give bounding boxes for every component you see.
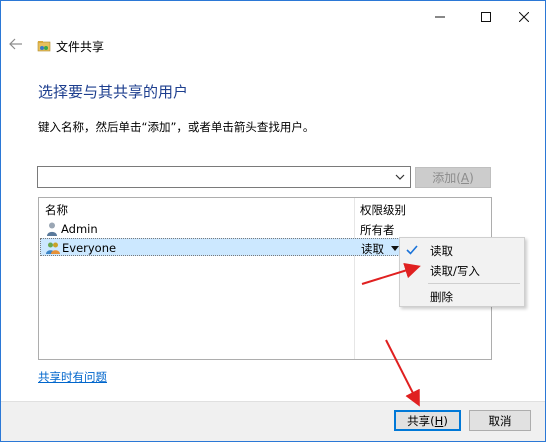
sharing-trouble-link[interactable]: 共享时有问题: [38, 369, 107, 385]
header-name[interactable]: 名称: [45, 202, 68, 218]
user-name: Everyone: [62, 241, 117, 255]
share-button[interactable]: 共享(H): [394, 410, 461, 431]
dialog-footer: 共享(H) 取消: [1, 401, 545, 441]
add-button[interactable]: 添加(A): [415, 167, 491, 188]
header-permission[interactable]: 权限级别: [360, 202, 406, 218]
checkmark-icon: [406, 245, 418, 255]
menu-item-label: 读取/写入: [430, 264, 480, 278]
chevron-down-icon: [395, 174, 405, 180]
table-row[interactable]: Admin 所有者: [40, 220, 490, 238]
menu-item-read[interactable]: 读取: [400, 240, 524, 261]
menu-item-label: 读取: [430, 244, 453, 258]
close-icon: [519, 12, 529, 22]
dropdown-button[interactable]: [392, 169, 408, 185]
back-button[interactable]: [9, 37, 25, 53]
menu-separator: [428, 283, 520, 284]
menu-item-remove[interactable]: 删除: [400, 286, 524, 307]
group-icon: [46, 242, 60, 254]
user-name-combobox[interactable]: [37, 166, 411, 188]
share-button-label-prefix: 共享(: [407, 413, 435, 428]
add-button-label-suffix: ): [469, 170, 474, 185]
share-button-accel: H: [434, 413, 444, 428]
page-heading: 选择要与其共享的用户: [38, 83, 189, 101]
instruction-text: 键入名称，然后单击“添加”，或者单击箭头查找用户。: [38, 120, 315, 134]
user-icon: [47, 222, 57, 236]
menu-item-label: 删除: [430, 290, 453, 304]
maximize-icon: [481, 12, 491, 22]
permission-level: 所有者: [360, 223, 395, 237]
close-button[interactable]: [501, 1, 545, 33]
shared-folder-icon: [37, 41, 51, 52]
permission-menu: 读取 读取/写入 删除: [399, 237, 525, 307]
cancel-button[interactable]: 取消: [469, 410, 531, 431]
minimize-icon: [435, 16, 445, 18]
wizard-title: 文件共享: [37, 37, 104, 55]
menu-item-read-write[interactable]: 读取/写入: [400, 260, 524, 281]
add-button-accel: A: [460, 170, 470, 185]
file-sharing-window: 文件共享 选择要与其共享的用户 键入名称，然后单击“添加”，或者单击箭头查找用户…: [0, 0, 546, 442]
user-name: Admin: [61, 222, 98, 236]
wizard-title-text: 文件共享: [56, 39, 105, 54]
user-name-input[interactable]: [40, 168, 394, 186]
minimize-button[interactable]: [417, 1, 463, 33]
title-bar: [1, 1, 545, 33]
add-button-label-prefix: 添加(: [432, 171, 461, 185]
back-arrow-icon: [9, 38, 22, 50]
share-button-label-suffix: ): [443, 413, 448, 428]
permission-level[interactable]: 读取: [361, 241, 384, 257]
